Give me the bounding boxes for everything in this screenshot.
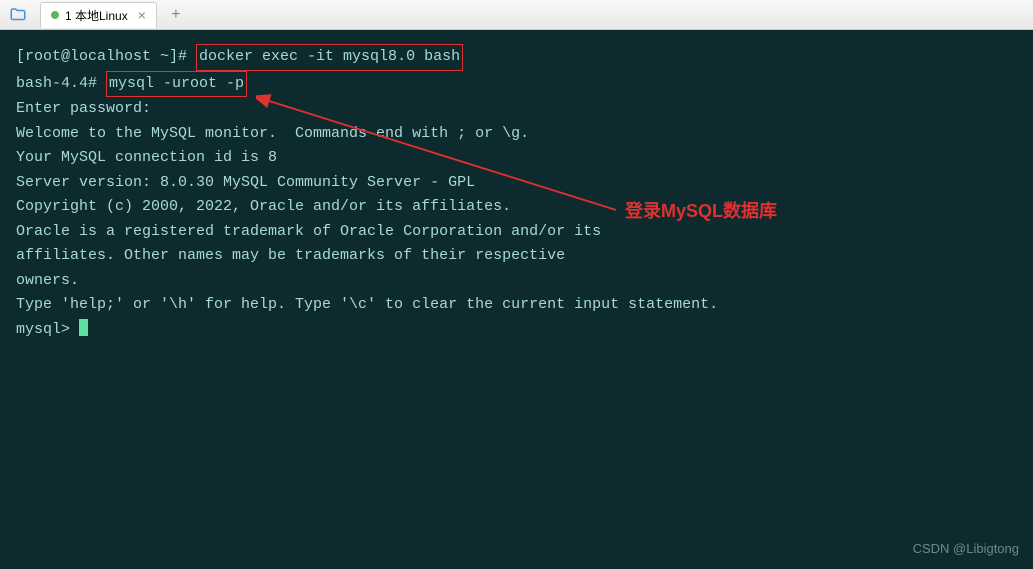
highlighted-command: mysql -uroot -p xyxy=(106,71,247,98)
prompt: bash-4.4# xyxy=(16,75,106,92)
tab-local-linux[interactable]: 1 本地Linux × xyxy=(40,2,157,28)
terminal-line: affiliates. Other names may be trademark… xyxy=(16,244,1017,269)
terminal-line: Type 'help;' or '\h' for help. Type '\c'… xyxy=(16,293,1017,318)
watermark: CSDN @Libigtong xyxy=(913,537,1019,562)
terminal-line: owners. xyxy=(16,269,1017,294)
status-dot-icon xyxy=(51,11,59,19)
terminal-line: mysql> xyxy=(16,318,1017,343)
terminal[interactable]: [root@localhost ~]# docker exec -it mysq… xyxy=(0,30,1033,569)
terminal-line: Oracle is a registered trademark of Orac… xyxy=(16,220,1017,245)
prompt: [root@localhost ~]# xyxy=(16,48,196,65)
terminal-line: Your MySQL connection id is 8 xyxy=(16,146,1017,171)
tab-label: 1 本地Linux xyxy=(65,7,128,24)
terminal-line: Copyright (c) 2000, 2022, Oracle and/or … xyxy=(16,195,1017,220)
terminal-line: [root@localhost ~]# docker exec -it mysq… xyxy=(16,44,1017,71)
terminal-line: bash-4.4# mysql -uroot -p xyxy=(16,71,1017,98)
annotation-label: 登录MySQL数据库 xyxy=(625,199,777,224)
terminal-line: Welcome to the MySQL monitor. Commands e… xyxy=(16,122,1017,147)
tab-bar: 1 本地Linux × + xyxy=(0,0,1033,30)
folder-icon[interactable] xyxy=(8,5,28,25)
terminal-line: Enter password: xyxy=(16,97,1017,122)
highlighted-command: docker exec -it mysql8.0 bash xyxy=(196,44,463,71)
terminal-line: Server version: 8.0.30 MySQL Community S… xyxy=(16,171,1017,196)
add-tab-button[interactable]: + xyxy=(165,4,187,26)
cursor-icon xyxy=(79,319,88,336)
prompt: mysql> xyxy=(16,321,79,338)
close-icon[interactable]: × xyxy=(138,7,146,23)
